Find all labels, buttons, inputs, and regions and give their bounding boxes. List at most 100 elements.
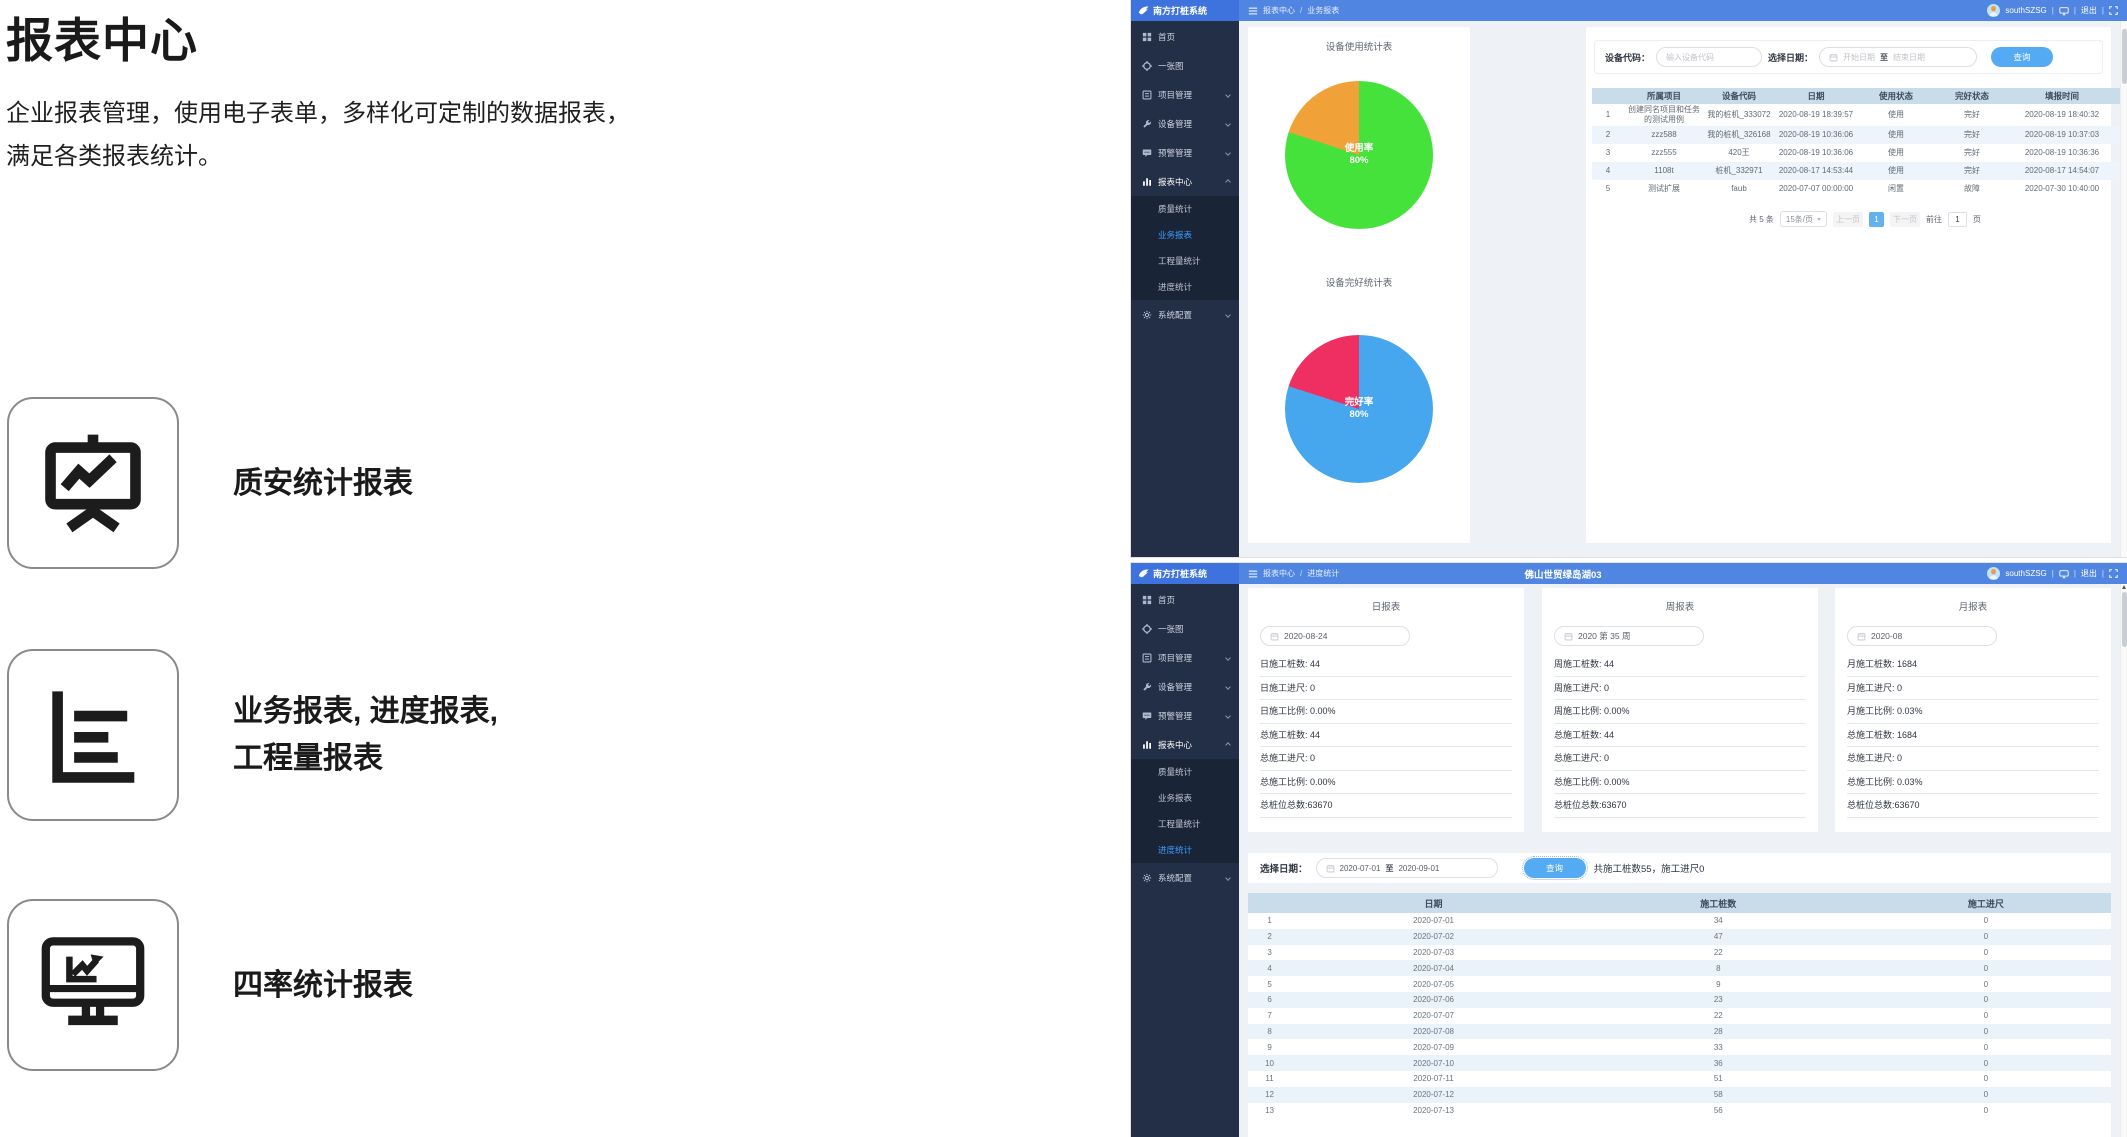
table-row[interactable]: 4 2020-07-04 8 0 bbox=[1248, 960, 2111, 976]
week-picker-input[interactable]: 2020 第 35 周 bbox=[1554, 626, 1704, 646]
logout-link[interactable]: 退出 bbox=[2081, 568, 2097, 579]
sidebar-item-home[interactable]: 首页 bbox=[1131, 22, 1239, 51]
sidebar-item-map[interactable]: 一张图 bbox=[1131, 614, 1239, 643]
table-row[interactable]: 4 1108t 桩机_332971 2020-08-17 14:53:44 使用… bbox=[1592, 162, 2127, 180]
date-picker-input[interactable]: 2020-08-24 bbox=[1260, 626, 1410, 646]
col-pile-count[interactable]: 施工桩数 bbox=[1576, 893, 1861, 913]
logout-link[interactable]: 退出 bbox=[2081, 5, 2097, 16]
table-header-row: 所属项目 设备代码 日期 使用状态 完好状态 填报时间 bbox=[1592, 88, 2127, 104]
app-logo[interactable]: 南方打桩系统 bbox=[1131, 0, 1239, 21]
col-date[interactable]: 日期 bbox=[1291, 893, 1576, 913]
monitor-icon[interactable] bbox=[2059, 6, 2069, 16]
project-icon bbox=[1142, 653, 1152, 663]
table-row[interactable]: 5 测试扩展 faub 2020-07-07 00:00:00 闲置 故障 20… bbox=[1592, 180, 2127, 198]
sidebar-subitem-progress[interactable]: 进度统计 bbox=[1131, 837, 1239, 863]
feature-rate-reports: 四率统计报表 bbox=[7, 895, 413, 1075]
sidebar-subitem-quality[interactable]: 质量统计 bbox=[1131, 196, 1239, 222]
col-footage[interactable]: 施工进尺 bbox=[1861, 893, 2111, 913]
table-row[interactable]: 7 2020-07-07 22 0 bbox=[1248, 1008, 2111, 1024]
calendar-icon bbox=[1829, 53, 1838, 62]
device-code-input[interactable]: 输入设备代码 bbox=[1656, 47, 1762, 67]
sidebar-item-alert[interactable]: 预警管理 bbox=[1131, 701, 1239, 730]
table-row[interactable]: 1 2020-07-01 34 0 bbox=[1248, 913, 2111, 929]
table-row[interactable]: 11 2020-07-11 51 0 bbox=[1248, 1071, 2111, 1087]
panel-title: 周报表 bbox=[1542, 588, 1818, 613]
sidebar-item-home[interactable]: 首页 bbox=[1131, 585, 1239, 614]
col-project[interactable]: 所属项目 bbox=[1624, 88, 1704, 104]
feature-label: 业务报表, 进度报表, 工程量报表 bbox=[233, 688, 498, 782]
avatar[interactable] bbox=[1987, 567, 2000, 580]
username[interactable]: southSZSG bbox=[2005, 6, 2046, 15]
search-button[interactable]: 查询 bbox=[1991, 47, 2053, 67]
sidebar-item-system[interactable]: 系统配置 bbox=[1131, 300, 1239, 329]
avatar[interactable] bbox=[1987, 4, 2000, 17]
table-row[interactable]: 8 2020-07-08 28 0 bbox=[1248, 1024, 2111, 1040]
hamburger-icon[interactable] bbox=[1248, 6, 1258, 16]
next-page-button[interactable]: 下一页 bbox=[1890, 212, 1920, 227]
table-row[interactable]: 6 2020-07-06 23 0 bbox=[1248, 992, 2111, 1008]
table-row[interactable]: 13 2020-07-13 56 0 bbox=[1248, 1103, 2111, 1119]
sidebar-subitem-business[interactable]: 业务报表 bbox=[1131, 222, 1239, 248]
table-row[interactable]: 9 2020-07-09 33 0 bbox=[1248, 1039, 2111, 1055]
scrollbar-thumb[interactable] bbox=[2122, 592, 2127, 647]
sidebar-subitem-business[interactable]: 业务报表 bbox=[1131, 785, 1239, 811]
page-size-select[interactable]: 15条/页 bbox=[1780, 211, 1827, 227]
main-content: 日报表 2020-08-24 日施工桩数: 44日施工进尺: 0日施工比例: 0… bbox=[1239, 584, 2127, 1137]
feature-label: 质安统计报表 bbox=[233, 460, 413, 507]
col-report-time[interactable]: 填报时间 bbox=[2010, 88, 2114, 104]
col-date[interactable]: 日期 bbox=[1774, 88, 1858, 104]
app-logo[interactable]: 南方打桩系统 bbox=[1131, 563, 1239, 584]
chart-title: 设备完好统计表 bbox=[1248, 229, 1470, 289]
sidebar-item-system[interactable]: 系统配置 bbox=[1131, 863, 1239, 892]
goto-page-input[interactable]: 1 bbox=[1948, 212, 1967, 227]
table-row[interactable]: 1 创建同名项目和任务的测试用例 我的桩机_333072 2020-08-19 … bbox=[1592, 104, 2127, 126]
device-condition-pie-chart[interactable]: 完好率 80% bbox=[1285, 335, 1433, 483]
sidebar-item-device[interactable]: 设备管理 bbox=[1131, 109, 1239, 138]
username[interactable]: southSZSG bbox=[2005, 569, 2046, 578]
sidebar-item-project[interactable]: 项目管理 bbox=[1131, 80, 1239, 109]
table-row[interactable]: 2 zzz588 我的桩机_326168 2020-08-19 10:36:06… bbox=[1592, 126, 2127, 144]
pie-center-label: 完好率 80% bbox=[1285, 335, 1433, 483]
breadcrumb-current[interactable]: 业务报表 bbox=[1307, 5, 1339, 16]
table-row[interactable]: 12 2020-07-12 58 0 bbox=[1248, 1087, 2111, 1103]
date-range-input[interactable]: 2020-07-01 至 2020-09-01 bbox=[1316, 858, 1498, 878]
table-row[interactable]: 5 2020-07-05 9 0 bbox=[1248, 976, 2111, 992]
sidebar-subitem-progress[interactable]: 进度统计 bbox=[1131, 274, 1239, 300]
sidebar-item-report-center[interactable]: 报表中心 bbox=[1131, 167, 1239, 196]
date-range-input[interactable]: 开始日期 至 结束日期 bbox=[1819, 47, 1977, 67]
table-row[interactable]: 3 2020-07-03 22 0 bbox=[1248, 945, 2111, 961]
scroll-up-arrow[interactable] bbox=[2122, 585, 2126, 589]
fullscreen-icon[interactable] bbox=[2109, 6, 2118, 15]
project-icon bbox=[1142, 90, 1152, 100]
table-row[interactable]: 10 2020-07-10 36 0 bbox=[1248, 1055, 2111, 1071]
page-number-active[interactable]: 1 bbox=[1869, 212, 1884, 227]
col-condition[interactable]: 完好状态 bbox=[1934, 88, 2010, 104]
feature-quality-reports: 质安统计报表 bbox=[7, 393, 413, 573]
sidebar: 首页 一张图 项目管理 设备管理 预警管理 bbox=[1131, 584, 1239, 1137]
bird-logo-icon bbox=[1138, 5, 1149, 16]
monitor-icon[interactable] bbox=[2059, 569, 2069, 579]
sidebar-subitem-quantity[interactable]: 工程量统计 bbox=[1131, 811, 1239, 837]
month-picker-input[interactable]: 2020-08 bbox=[1847, 626, 1997, 646]
sidebar-item-alert[interactable]: 预警管理 bbox=[1131, 138, 1239, 167]
sidebar-item-report-center[interactable]: 报表中心 bbox=[1131, 730, 1239, 759]
table-row[interactable]: 3 zzz555 420王 2020-08-19 10:36:06 使用 完好 … bbox=[1592, 144, 2127, 162]
weekly-report-panel: 周报表 2020 第 35 周 周施工桩数: 44周施工进尺: 0周施工比例: … bbox=[1542, 588, 1818, 832]
sidebar-subitem-quantity[interactable]: 工程量统计 bbox=[1131, 248, 1239, 274]
breadcrumb-root[interactable]: 报表中心 bbox=[1263, 5, 1295, 16]
fullscreen-icon[interactable] bbox=[2109, 569, 2118, 578]
search-button[interactable]: 查询 bbox=[1524, 858, 1586, 878]
feature-label: 四率统计报表 bbox=[233, 962, 413, 1009]
scrollbar[interactable] bbox=[2120, 21, 2127, 557]
sidebar-subitem-quality[interactable]: 质量统计 bbox=[1131, 759, 1239, 785]
sidebar-item-device[interactable]: 设备管理 bbox=[1131, 672, 1239, 701]
sidebar-item-project[interactable]: 项目管理 bbox=[1131, 643, 1239, 672]
table-row[interactable]: 2 2020-07-02 47 0 bbox=[1248, 929, 2111, 945]
col-use-status[interactable]: 使用状态 bbox=[1858, 88, 1934, 104]
scrollbar[interactable] bbox=[2120, 584, 2127, 1137]
device-usage-pie-chart[interactable]: 使用率 80% bbox=[1285, 81, 1433, 229]
sidebar-item-map[interactable]: 一张图 bbox=[1131, 51, 1239, 80]
col-device-code[interactable]: 设备代码 bbox=[1704, 88, 1774, 104]
scrollbar-thumb[interactable] bbox=[2122, 29, 2127, 84]
prev-page-button[interactable]: 上一页 bbox=[1833, 212, 1863, 227]
